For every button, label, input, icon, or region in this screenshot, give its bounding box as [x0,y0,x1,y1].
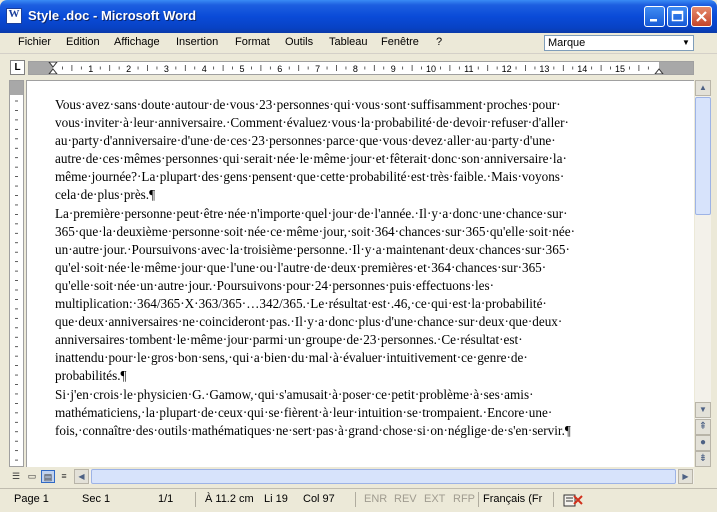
text-line[interactable]: que·deux·anniversaires·ne·coincideront·p… [55,313,694,331]
paragraph[interactable]: Si·j'en·crois·le·physicien·G.·Gamow,·qui… [55,386,694,440]
text-line[interactable]: Si·j'en·crois·le·physicien·G.·Gamow,·qui… [55,386,694,404]
status-bar: Page 1 Sec 1 1/1 À 11.2 cm Li 19 Col 97 … [0,488,717,512]
minimize-button[interactable] [644,6,665,27]
ruler-number: 15 [615,64,625,74]
ruler-number: 14 [577,64,587,74]
style-dropdown[interactable]: Marque ▼ [544,35,694,51]
vertical-ruler-scale [10,81,23,461]
text-line[interactable]: vous·inviter·à·leur·anniversaire.·Commen… [55,114,694,132]
status-page: Page 1 [14,493,49,505]
text-line[interactable]: même·journée?·La·plupart·des·gens·pensen… [55,168,694,186]
menu-affichage[interactable]: Affichage [114,36,160,48]
status-language[interactable]: Français (Fr [483,493,542,505]
window-title: Style .doc - Microsoft Word [28,8,197,23]
menu-edition[interactable]: Edition [66,36,100,48]
word-doc-icon[interactable]: W [6,8,22,24]
menu-help[interactable]: ? [436,36,442,48]
ruler-number: 8 [353,64,358,74]
menu-insertion[interactable]: Insertion [176,36,218,48]
menu-fichier[interactable]: Fichier [18,36,51,48]
page-view-icon[interactable]: ▤ [41,470,55,483]
close-button[interactable] [691,6,712,27]
status-section: Sec 1 [82,493,111,505]
scroll-right-button[interactable]: ▶ [678,469,693,484]
normal-view-icon[interactable]: ☰ [9,470,23,483]
menu-format[interactable]: Format [235,36,270,48]
next-page-icon[interactable]: ⇟ [695,451,711,467]
title-bar[interactable]: W Style .doc - Microsoft Word [0,0,717,33]
ruler-number: 10 [426,64,436,74]
menu-tableau[interactable]: Tableau [329,36,368,48]
minimize-icon [650,19,657,22]
text-line[interactable]: anniversaires·tombent·le·même·jour·parmi… [55,331,694,349]
text-line[interactable]: La·première·personne·peut·être·née·n'imp… [55,205,694,223]
maximize-icon [671,10,684,22]
status-line: Li 19 [264,493,288,505]
ruler-number: 2 [126,64,131,74]
vertical-ruler[interactable] [9,80,24,467]
scroll-up-button[interactable]: ▲ [695,80,711,96]
status-enr[interactable]: ENR [364,493,387,505]
text-line[interactable]: multiplication:·364/365·X·363/365·…342/3… [55,295,694,313]
style-dropdown-value: Marque [548,37,586,49]
web-view-icon[interactable]: ▭ [25,470,39,483]
text-line[interactable]: qu'elle·soit·née·un·autre·jour.·Poursuiv… [55,277,694,295]
text-line[interactable]: inattendu·pour·le·gros·bon·sens,·qui·a·b… [55,349,694,367]
previous-page-icon[interactable]: ⇞ [695,419,711,435]
ruler-number: 9 [391,64,396,74]
paragraph[interactable]: Vous·avez·sans·doute·autour·de·vous·23·p… [55,96,694,205]
vertical-scrollbar[interactable]: ▲ ▼ ⇞ ● ⇟ [695,80,711,467]
chevron-down-icon[interactable]: ▼ [680,37,692,49]
menu-fenetre[interactable]: Fenêtre [381,36,419,48]
status-rfp[interactable]: RFP [453,493,475,505]
scroll-left-button[interactable]: ◀ [74,469,89,484]
maximize-button[interactable] [667,6,688,27]
text-line[interactable]: probabilités.¶ [55,367,694,385]
vertical-scroll-thumb[interactable] [695,97,711,215]
ruler-number: 7 [315,64,320,74]
document-area[interactable]: Vous·avez·sans·doute·autour·de·vous·23·p… [26,80,694,467]
status-rev[interactable]: REV [394,493,417,505]
status-pages: 1/1 [158,493,174,505]
ruler-scale: 1 2 3 4 5 6 7 8 9 10 11 12 13 14 15 [29,62,693,74]
ruler-number: 4 [202,64,207,74]
ruler-number: 13 [539,64,549,74]
text-line[interactable]: mathématiciens,·la·plupart·de·ceux·qui·s… [55,404,694,422]
text-line[interactable]: 365·que·la·deuxième·personne·soit·née·ce… [55,223,694,241]
text-line[interactable]: au·party·d'anniversaire·d'une·de·ces·23·… [55,132,694,150]
ruler-number: 5 [239,64,244,74]
status-column: Col 97 [303,493,335,505]
text-line[interactable]: cela·de·plus·près.¶ [55,186,694,204]
status-ext[interactable]: EXT [424,493,445,505]
text-line[interactable]: Vous·avez·sans·doute·autour·de·vous·23·p… [55,96,694,114]
horizontal-scrollbar[interactable]: ◀ ▶ [74,469,694,484]
ruler-number: 1 [88,64,93,74]
text-line[interactable]: fois,·connaître·des·outils·mathématiques… [55,422,694,440]
scroll-down-button[interactable]: ▼ [695,402,711,418]
menu-outils[interactable]: Outils [285,36,313,48]
spellcheck-book-icon[interactable] [562,492,584,508]
ruler-number: 11 [464,64,473,74]
horizontal-scroll-thumb[interactable] [91,469,676,484]
document-body[interactable]: Vous·avez·sans·doute·autour·de·vous·23·p… [55,96,694,440]
ruler-number: 12 [502,64,512,74]
paragraph[interactable]: La·première·personne·peut·être·née·n'imp… [55,205,694,386]
text-line[interactable]: autre·de·ces·mêmes·personnes·qui·serait·… [55,150,694,168]
ruler-number: 3 [164,64,169,74]
status-position: À 11.2 cm [205,493,254,505]
tab-selector[interactable]: L [10,60,25,75]
outline-view-icon[interactable]: ≡ [57,470,71,483]
select-browse-object-icon[interactable]: ● [695,435,711,451]
text-line[interactable]: un·autre·jour.·Poursuivons·avec·la·trois… [55,241,694,259]
ruler-number: 6 [277,64,282,74]
horizontal-ruler[interactable]: 1 2 3 4 5 6 7 8 9 10 11 12 13 14 15 [28,61,694,75]
close-icon [696,11,707,22]
text-line[interactable]: qu'el·soit·née·le·même·jour·que·l'une·ou… [55,259,694,277]
